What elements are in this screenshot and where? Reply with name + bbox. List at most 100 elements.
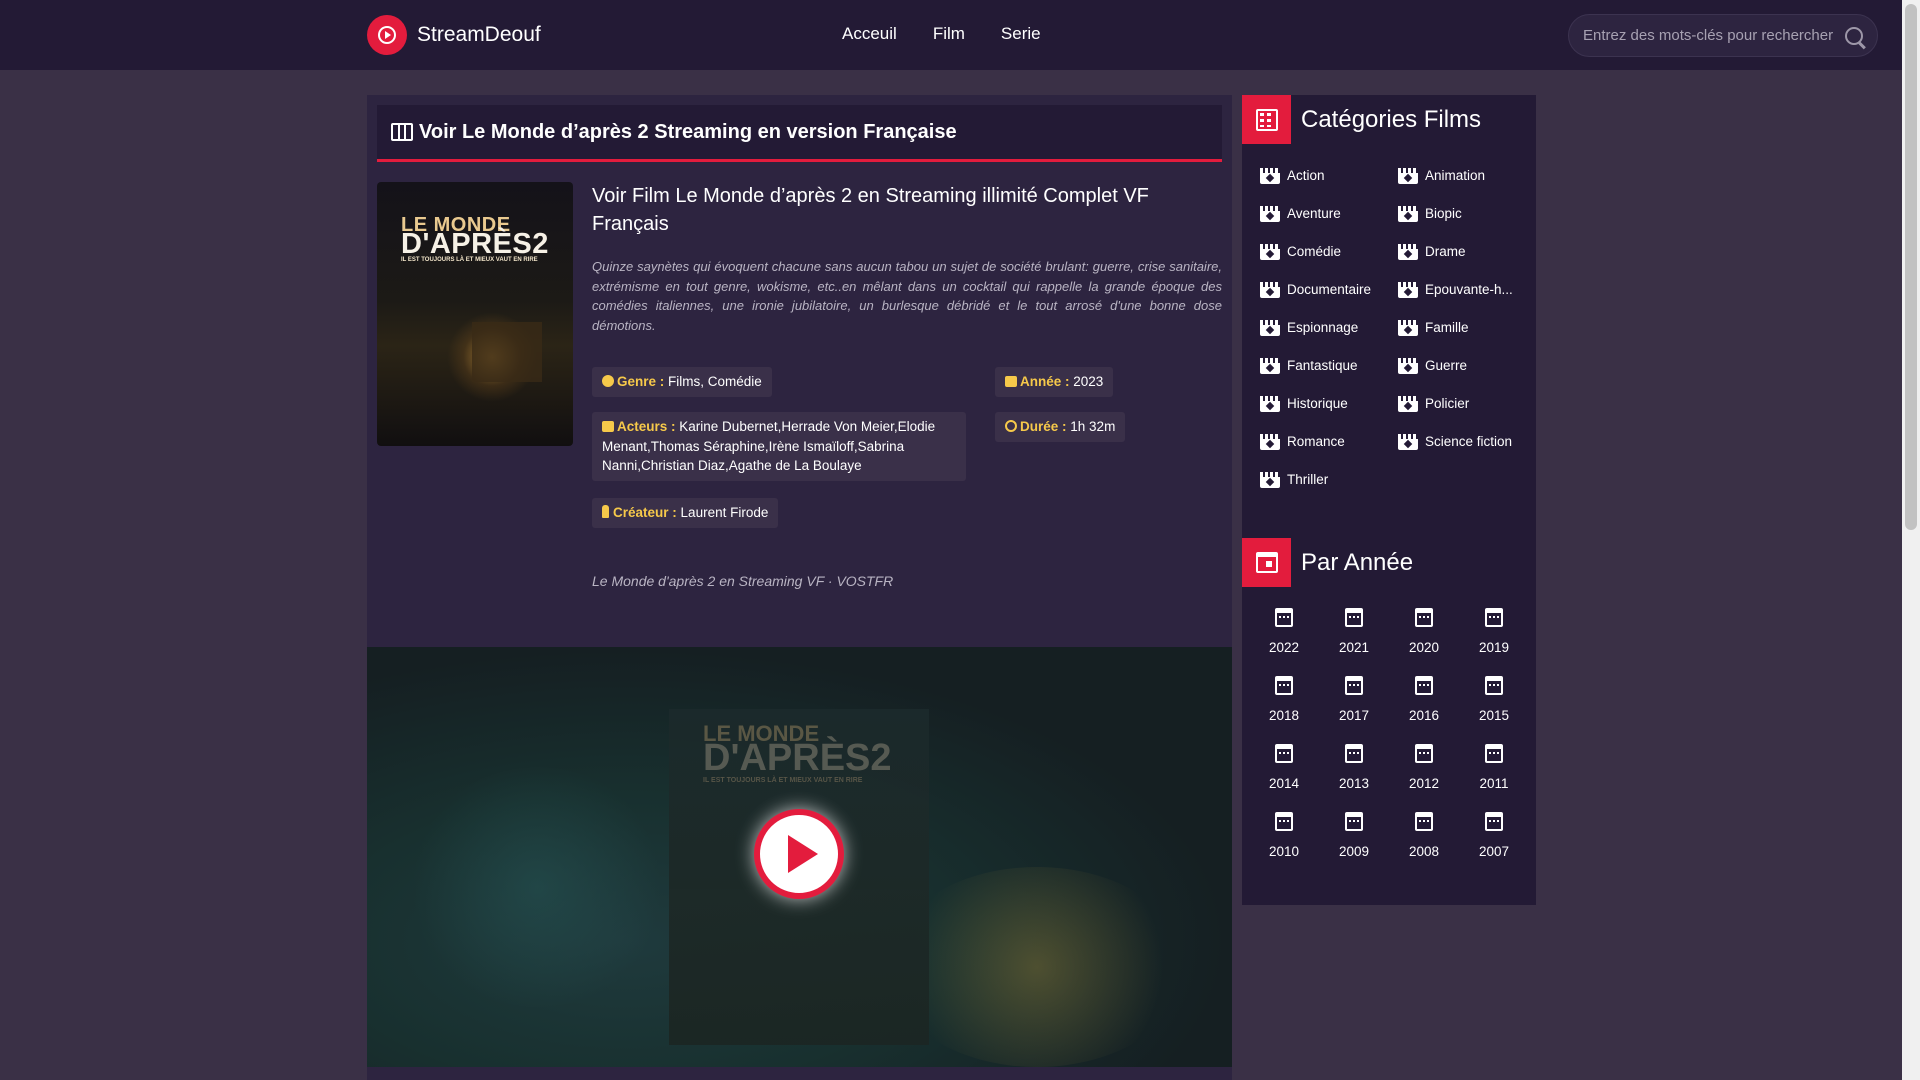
calendar-icon xyxy=(1415,812,1433,831)
years-header: Par Année xyxy=(1242,538,1536,587)
year-item[interactable]: 2015 xyxy=(1459,676,1529,723)
category-item[interactable]: Animation xyxy=(1398,166,1530,185)
category-item[interactable]: Famille xyxy=(1398,318,1530,337)
calendar-icon xyxy=(1255,552,1278,573)
category-item[interactable]: Romance xyxy=(1260,432,1398,451)
year-item[interactable]: 2009 xyxy=(1319,812,1389,859)
year-item[interactable]: 2007 xyxy=(1459,812,1529,859)
page-title-bar: Voir Le Monde d’après 2 Streaming en ver… xyxy=(377,105,1222,162)
calendar-icon xyxy=(1275,608,1293,627)
category-label: Animation xyxy=(1425,168,1486,183)
categories-icon xyxy=(1255,108,1278,131)
category-item[interactable]: Epouvante-h... xyxy=(1398,280,1530,299)
genre-chip: Genre : Films, Comédie xyxy=(592,367,772,397)
year-item[interactable]: 2017 xyxy=(1319,676,1389,723)
page-title: Voir Le Monde d’après 2 Streaming en ver… xyxy=(419,120,957,143)
clock-icon xyxy=(1005,420,1017,432)
calendar-icon xyxy=(1275,744,1293,763)
clapperboard-icon xyxy=(1260,433,1280,450)
film-poster: LE MONDE D'APRÈS2 IL EST TOUJOURS LÀ ET … xyxy=(377,182,573,446)
category-item[interactable]: Science fiction xyxy=(1398,432,1530,451)
category-item[interactable]: Historique xyxy=(1260,394,1398,413)
year-item[interactable]: 2011 xyxy=(1459,744,1529,791)
year-label: 2010 xyxy=(1268,844,1300,859)
clapperboard-icon xyxy=(1398,243,1418,260)
nav-home[interactable]: Acceuil xyxy=(842,24,897,44)
page-scrollbar[interactable] xyxy=(1902,0,1920,1080)
genre-icon xyxy=(602,375,614,387)
year-label: 2009 xyxy=(1338,844,1370,859)
year-label: 2022 xyxy=(1268,640,1300,655)
clapperboard-icon xyxy=(1260,243,1280,260)
nav-serie[interactable]: Serie xyxy=(1001,24,1041,44)
calendar-icon xyxy=(1345,812,1363,831)
film-synopsis: Quinze saynètes qui évoquent chacune san… xyxy=(592,259,1222,333)
category-item[interactable]: Drame xyxy=(1398,242,1530,261)
clapperboard-icon xyxy=(1260,357,1280,374)
actors-label: Acteurs : xyxy=(617,419,676,434)
category-item[interactable]: Aventure xyxy=(1260,204,1398,223)
year-item[interactable]: 2022 xyxy=(1249,608,1319,655)
calendar-icon xyxy=(1485,676,1503,695)
search-input[interactable] xyxy=(1583,27,1837,44)
category-item[interactable]: Policier xyxy=(1398,394,1530,413)
category-label: Epouvante-h... xyxy=(1425,282,1513,297)
film-heading: Voir Film Le Monde d’après 2 en Streamin… xyxy=(592,185,1149,235)
clapperboard-icon xyxy=(1398,205,1418,222)
year-item[interactable]: 2016 xyxy=(1389,676,1459,723)
creator-label: Créateur : xyxy=(613,505,677,520)
search-icon[interactable] xyxy=(1845,26,1863,45)
calendar-icon xyxy=(1275,812,1293,831)
categories-header: Catégories Films xyxy=(1242,95,1536,144)
calendar-icon xyxy=(1345,676,1363,695)
nav-film[interactable]: Film xyxy=(933,24,965,44)
categories-title: Catégories Films xyxy=(1301,105,1482,133)
main-nav: Acceuil Film Serie xyxy=(842,24,1041,44)
video-player[interactable]: LE MONDE D'APRÈS2 IL EST TOUJOURS LÀ ET … xyxy=(367,647,1232,1067)
category-label: Policier xyxy=(1425,396,1470,411)
brand-name: StreamDeouf xyxy=(417,23,541,46)
year-label: 2014 xyxy=(1268,776,1300,791)
year-item[interactable]: 2012 xyxy=(1389,744,1459,791)
year-item[interactable]: 2010 xyxy=(1249,812,1319,859)
year-item[interactable]: 2019 xyxy=(1459,608,1529,655)
category-item[interactable]: Action xyxy=(1260,166,1398,185)
year-item[interactable]: 2013 xyxy=(1319,744,1389,791)
year-label: 2016 xyxy=(1408,708,1440,723)
year-item[interactable]: 2018 xyxy=(1249,676,1319,723)
brand-logo[interactable]: StreamDeouf xyxy=(367,15,541,55)
year-label: 2013 xyxy=(1338,776,1370,791)
play-button[interactable] xyxy=(754,809,844,899)
year-item[interactable]: 2020 xyxy=(1389,608,1459,655)
scrollbar-thumb[interactable] xyxy=(1905,4,1917,530)
category-label: Guerre xyxy=(1425,358,1468,373)
year-item[interactable]: 2008 xyxy=(1389,812,1459,859)
year-label: Année : xyxy=(1020,374,1070,389)
year-item[interactable]: 2021 xyxy=(1319,608,1389,655)
calendar-icon xyxy=(1485,744,1503,763)
category-label: Fantastique xyxy=(1287,358,1358,373)
poster-tagline: IL EST TOUJOURS LÀ ET MIEUX VAUT EN RIRE xyxy=(401,257,538,263)
year-label: 2018 xyxy=(1268,708,1300,723)
year-label: 2012 xyxy=(1408,776,1440,791)
users-icon xyxy=(602,421,614,432)
clapperboard-icon xyxy=(1398,433,1418,450)
calendar-icon xyxy=(1005,376,1017,387)
clapperboard-icon xyxy=(1260,471,1280,488)
category-item[interactable]: Espionnage xyxy=(1260,318,1398,337)
years-title: Par Année xyxy=(1301,548,1414,576)
year-item[interactable]: 2014 xyxy=(1249,744,1319,791)
category-label: Action xyxy=(1287,168,1325,183)
category-item[interactable]: Biopic xyxy=(1398,204,1530,223)
genre-label: Genre : xyxy=(617,374,665,389)
genre-value[interactable]: Films, Comédie xyxy=(668,374,762,389)
category-item[interactable]: Guerre xyxy=(1398,356,1530,375)
category-item[interactable]: Fantastique xyxy=(1260,356,1398,375)
category-item[interactable]: Thriller xyxy=(1260,470,1398,489)
actors-chip: Acteurs : Karine Dubernet,Herrade Von Me… xyxy=(592,412,966,481)
category-item[interactable]: Documentaire xyxy=(1260,280,1398,299)
calendar-icon xyxy=(1485,812,1503,831)
category-item[interactable]: Comédie xyxy=(1260,242,1398,261)
duration-chip: Durée : 1h 32m xyxy=(995,412,1126,442)
creator-chip: Créateur : Laurent Firode xyxy=(592,498,779,528)
